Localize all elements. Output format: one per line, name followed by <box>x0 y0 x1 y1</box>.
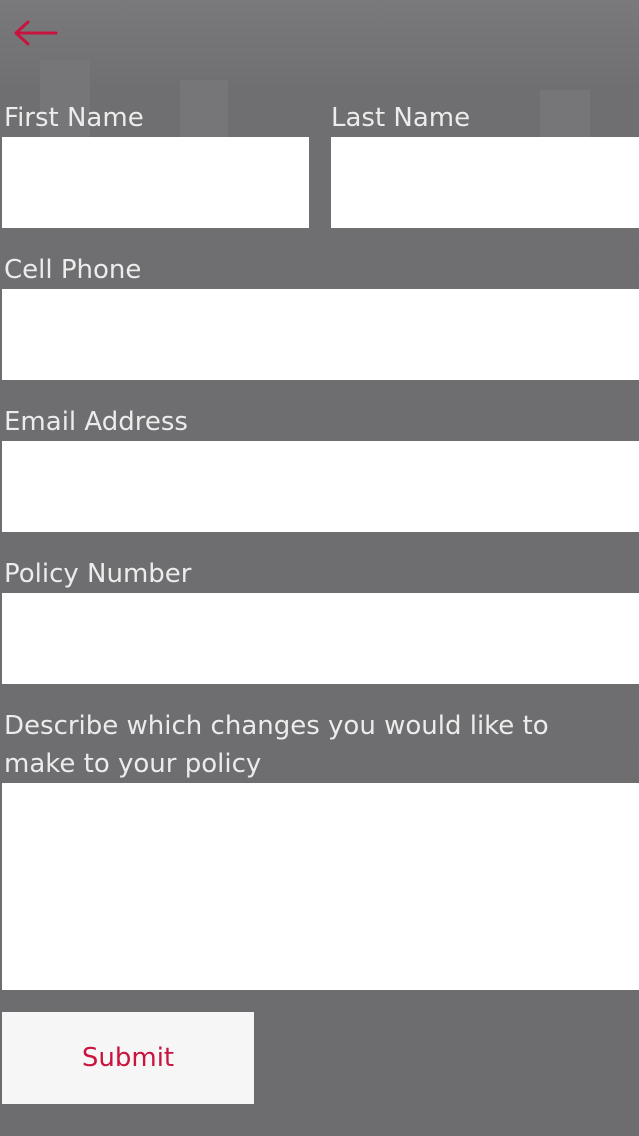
last-name-field[interactable] <box>331 137 639 228</box>
changes-textarea[interactable] <box>2 783 639 990</box>
email-address-label: Email Address <box>4 407 188 437</box>
email-field[interactable] <box>2 441 639 532</box>
changes-label: Describe which changes you would like to… <box>4 711 549 779</box>
first-name-label: First Name <box>4 103 144 133</box>
cell-phone-label: Cell Phone <box>4 255 142 285</box>
cell-phone-field[interactable] <box>2 289 639 380</box>
first-name-field[interactable] <box>2 137 309 228</box>
background-shape <box>540 90 590 140</box>
submit-button[interactable]: Submit <box>2 1012 254 1104</box>
background-shape <box>180 80 228 140</box>
policy-number-label: Policy Number <box>4 559 192 589</box>
policy-number-field[interactable] <box>2 593 639 684</box>
last-name-label: Last Name <box>331 103 471 133</box>
back-button[interactable] <box>12 16 62 52</box>
back-arrow-icon <box>12 16 62 50</box>
